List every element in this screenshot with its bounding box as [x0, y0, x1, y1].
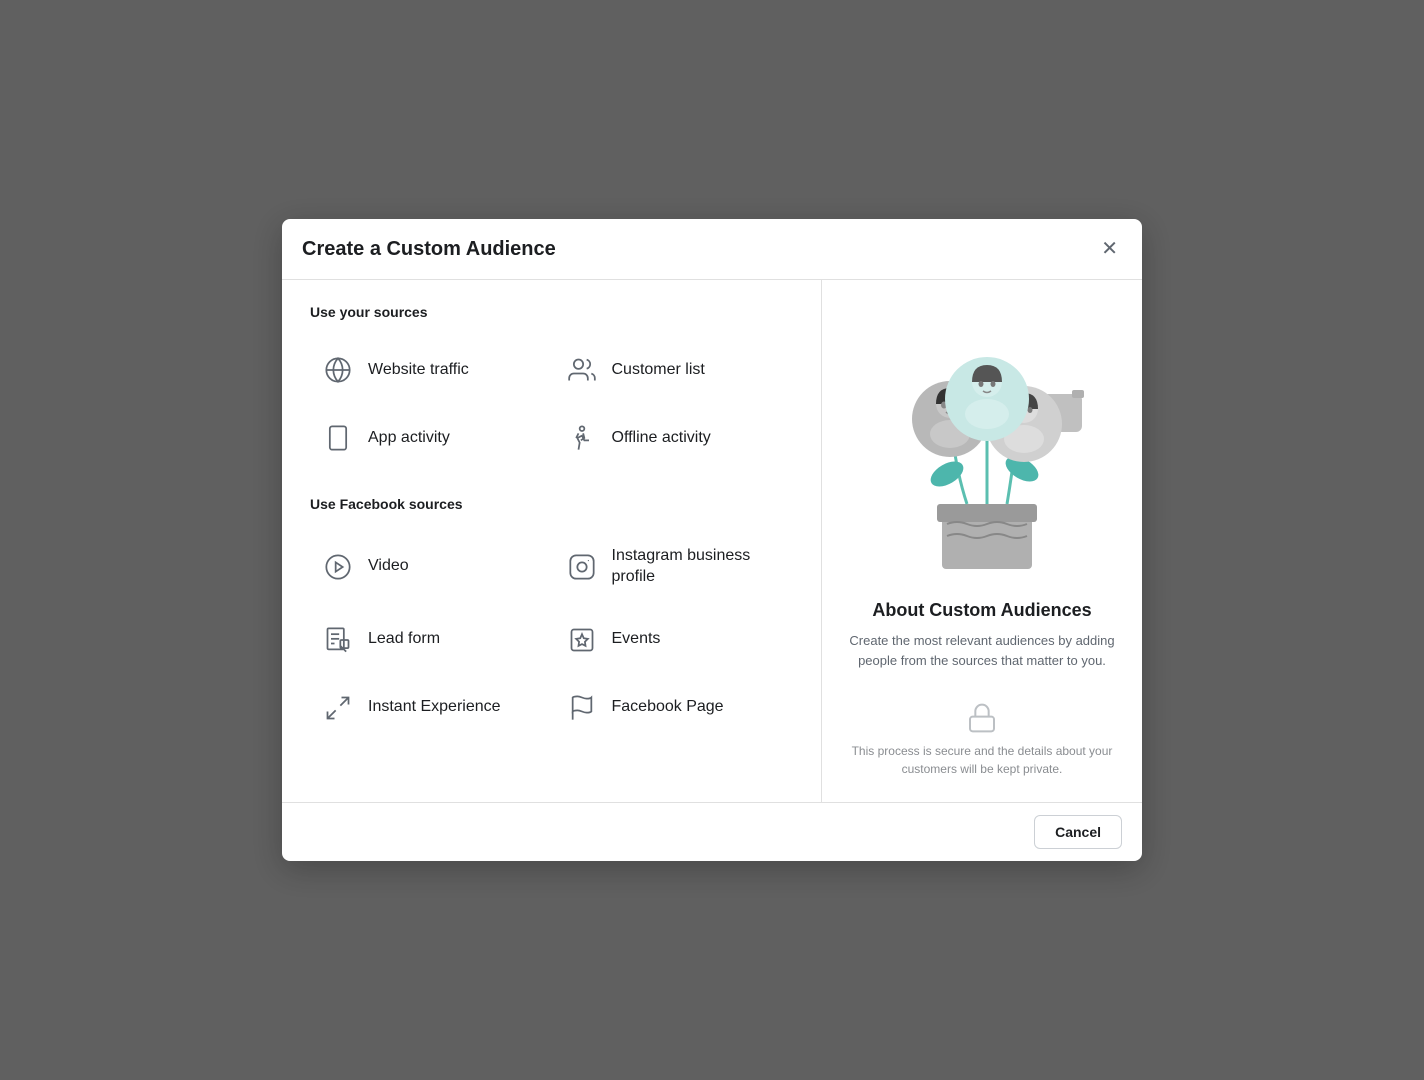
right-panel: About Custom Audiences Create the most r… [822, 280, 1142, 802]
your-sources-grid: Website traffic Customer list [310, 336, 797, 472]
offline-activity-label: Offline activity [612, 428, 711, 449]
globe-icon [322, 354, 354, 386]
video-label: Video [368, 556, 409, 577]
left-panel: Use your sources Website traffic [282, 280, 822, 802]
expand-icon [322, 692, 354, 724]
instagram-icon [566, 551, 598, 583]
option-lead-form[interactable]: Lead form [310, 606, 554, 674]
instagram-business-profile-label: Instagram business profile [612, 546, 786, 588]
customer-list-label: Customer list [612, 360, 705, 381]
walking-icon [566, 422, 598, 454]
website-traffic-label: Website traffic [368, 360, 469, 381]
star-icon [566, 624, 598, 656]
facebook-sources-label: Use Facebook sources [310, 496, 797, 512]
modal-body: Use your sources Website traffic [282, 280, 1142, 802]
flag-icon [566, 692, 598, 724]
mobile-icon [322, 422, 354, 454]
lock-icon [966, 702, 998, 734]
option-website-traffic[interactable]: Website traffic [310, 336, 554, 404]
custom-audience-illustration [862, 304, 1102, 584]
about-desc: Create the most relevant audiences by ad… [846, 631, 1118, 670]
facebook-sources-grid: Video Instagram business profile [310, 528, 797, 742]
your-sources-label: Use your sources [310, 304, 797, 320]
cancel-button[interactable]: Cancel [1034, 815, 1122, 849]
events-label: Events [612, 629, 661, 650]
create-custom-audience-modal: Create a Custom Audience ✕ Use your sour… [282, 219, 1142, 861]
people-icon [566, 354, 598, 386]
secure-section: This process is secure and the details a… [846, 702, 1118, 778]
close-icon: ✕ [1101, 238, 1118, 260]
instant-experience-label: Instant Experience [368, 697, 501, 718]
close-button[interactable]: ✕ [1097, 235, 1122, 263]
facebook-page-label: Facebook Page [612, 697, 724, 718]
secure-text: This process is secure and the details a… [846, 742, 1118, 778]
option-offline-activity[interactable]: Offline activity [554, 404, 798, 472]
option-instagram-business-profile[interactable]: Instagram business profile [554, 528, 798, 606]
about-title: About Custom Audiences [872, 600, 1091, 621]
option-customer-list[interactable]: Customer list [554, 336, 798, 404]
modal-footer: Cancel [282, 802, 1142, 861]
modal-overlay[interactable]: Create a Custom Audience ✕ Use your sour… [0, 0, 1424, 1080]
option-facebook-page[interactable]: Facebook Page [554, 674, 798, 742]
option-events[interactable]: Events [554, 606, 798, 674]
lead-form-icon [322, 624, 354, 656]
modal-header: Create a Custom Audience ✕ [282, 219, 1142, 280]
lead-form-label: Lead form [368, 629, 440, 650]
modal-title: Create a Custom Audience [302, 238, 556, 261]
option-app-activity[interactable]: App activity [310, 404, 554, 472]
play-icon [322, 551, 354, 583]
app-activity-label: App activity [368, 428, 450, 449]
option-video[interactable]: Video [310, 528, 554, 606]
option-instant-experience[interactable]: Instant Experience [310, 674, 554, 742]
